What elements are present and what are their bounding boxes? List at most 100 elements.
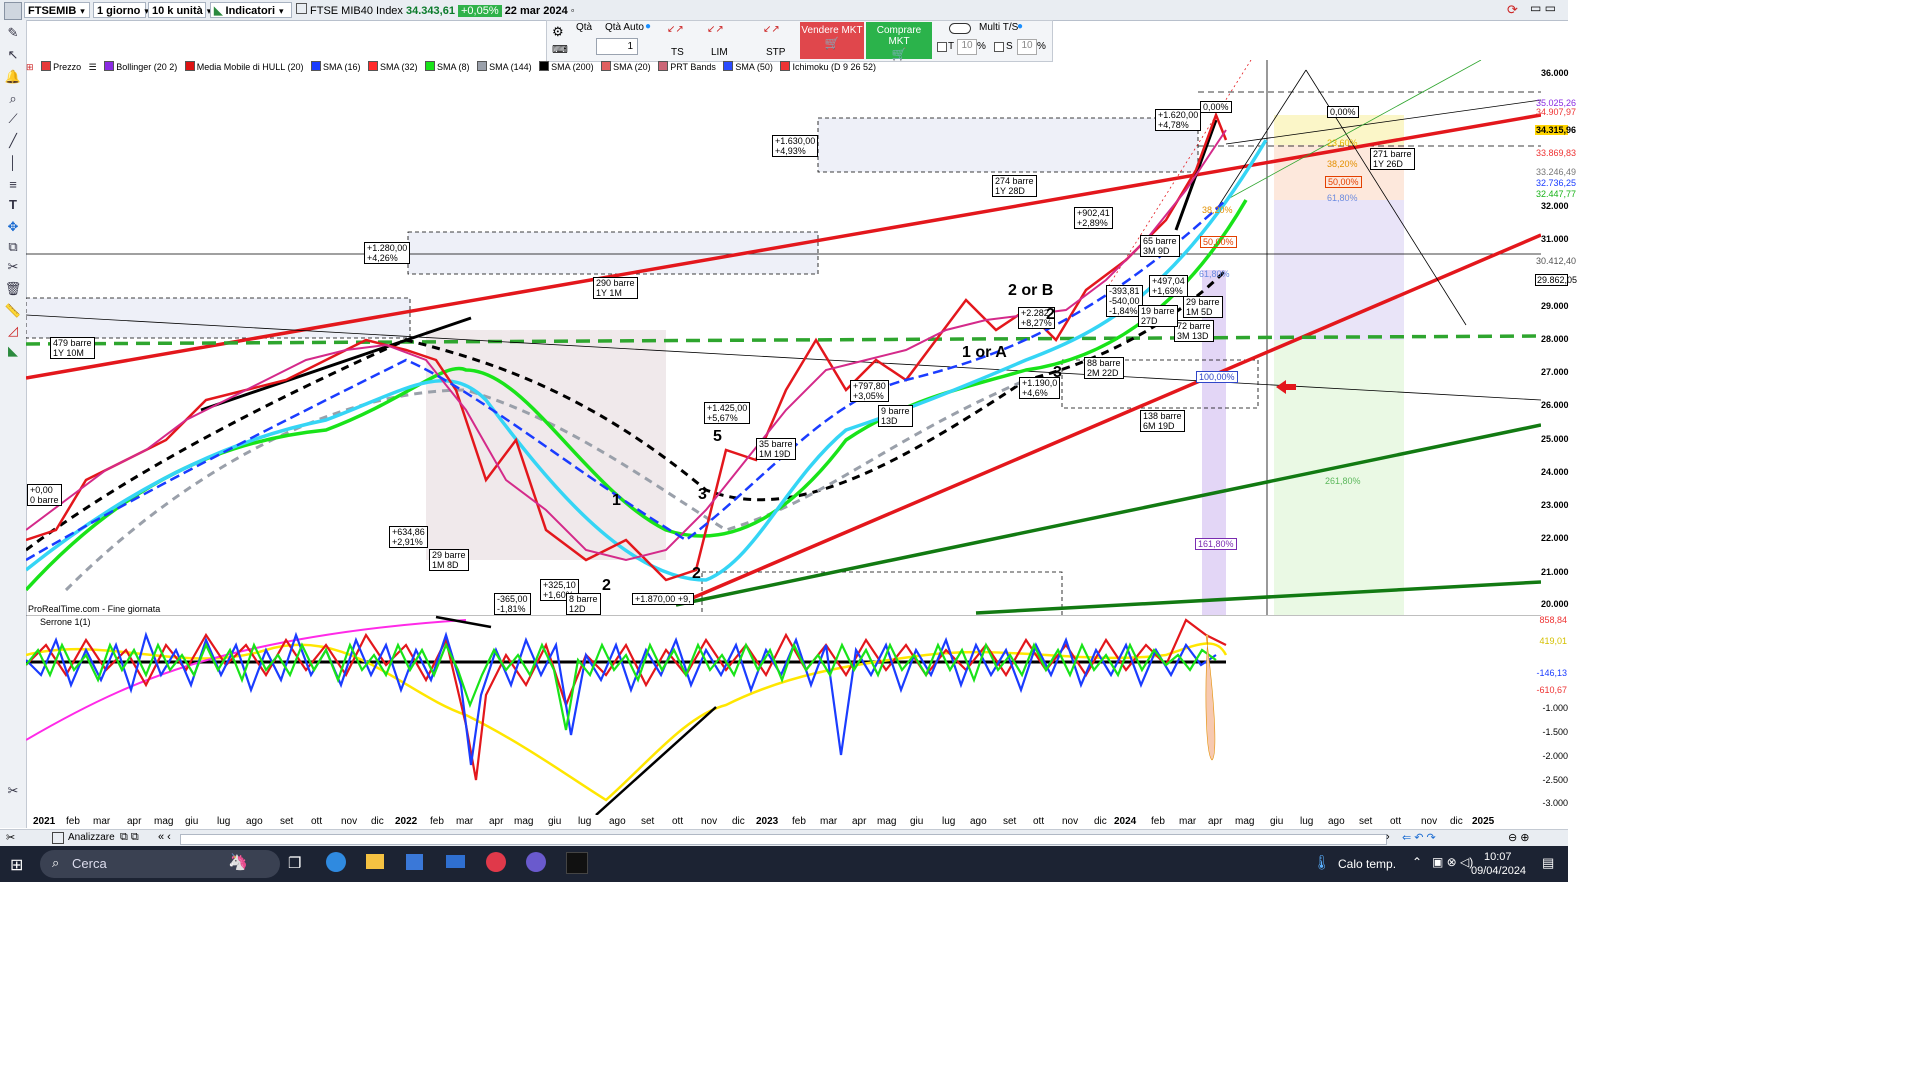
time-tick: mag [1235, 816, 1255, 827]
measure-label: 88 barre 2M 22D [1084, 357, 1124, 379]
price-tick: 26.000 [1541, 400, 1569, 410]
s-input[interactable]: 10 [1017, 39, 1037, 55]
ruler-icon[interactable]: 📏 [4, 302, 22, 320]
qty-input[interactable]: 1 [596, 38, 638, 55]
mail-icon[interactable] [446, 855, 465, 868]
indicators-button[interactable]: ◣ Indicatori ▾ [210, 2, 292, 18]
brush-icon[interactable]: ✂ [4, 258, 22, 276]
app-icon [4, 2, 22, 20]
oscillator-panel[interactable]: Serrone 1(1) [26, 615, 1541, 815]
time-tick: mag [877, 816, 897, 827]
scroll-right-icon[interactable]: › [1386, 831, 1390, 843]
wave-label: 3 [1053, 364, 1062, 381]
measure-label: +497,04 +1,69% [1149, 275, 1188, 297]
settings-icon[interactable]: ⚙ [552, 24, 564, 40]
app-red-icon[interactable] [486, 852, 506, 872]
wave-label: 2 [692, 565, 701, 582]
s-checkbox[interactable] [994, 42, 1004, 52]
wave-label: 1 or A [962, 344, 1007, 361]
time-tick: ott [1033, 816, 1045, 827]
zoom-out-icon[interactable]: ⊖ ⊕ [1508, 831, 1530, 844]
lim-icon[interactable]: ↙↗ [707, 24, 724, 35]
text-tool-icon[interactable]: T [4, 196, 22, 214]
edge-icon[interactable] [326, 852, 346, 872]
store-icon[interactable] [406, 854, 423, 870]
fibonacci-icon[interactable]: ≡ [4, 176, 22, 194]
tray-icons[interactable]: ▣ ⊗ ◁) [1432, 855, 1473, 869]
scissors-icon[interactable]: ✂ [4, 782, 22, 800]
task-view-icon[interactable]: ❐ [288, 854, 301, 872]
zoom-icon[interactable]: ⌕ [4, 90, 22, 108]
t-checkbox[interactable] [937, 42, 947, 52]
price-tag: 34.907,97 [1536, 107, 1577, 117]
keyboard-icon[interactable]: ⌨ [552, 43, 568, 56]
pointer-icon[interactable]: ↖ [4, 46, 22, 64]
time-tick: giu [1270, 816, 1284, 827]
timeframe-select[interactable]: 1 giorno ▾ [93, 2, 149, 18]
alert-icon[interactable]: 🔔 [4, 68, 22, 86]
clock-time[interactable]: 10:07 [1484, 851, 1512, 863]
notification-icon[interactable]: ▤ [1542, 855, 1554, 871]
t-input[interactable]: 10 [957, 39, 977, 55]
measure-label: +1.870,00 +9, [632, 593, 694, 605]
multi-toggle[interactable] [949, 23, 971, 34]
trash-icon[interactable]: 🗑 [4, 280, 22, 298]
measure-label: +1.280,00 +4,26% [364, 242, 411, 264]
price-tick: 27.000 [1541, 367, 1569, 377]
buy-market-button[interactable]: Comprare MKT 🛒 [866, 22, 932, 61]
units-select[interactable]: 10 k unità▾ [148, 2, 211, 18]
scroll-left-icon[interactable]: « ‹ [158, 831, 171, 843]
scissors-icon[interactable]: ✂ [6, 831, 15, 844]
app-purple-icon[interactable] [526, 852, 546, 872]
move-icon[interactable]: ✥ [4, 218, 22, 236]
weather-text[interactable]: Calo temp. [1338, 857, 1396, 871]
trendline-icon[interactable]: ╱ [4, 132, 22, 150]
windows-taskbar: ⊞ ⌕ Cerca 🦄 ❐ 🌡 Calo temp. ⌃ ▣ ⊗ ◁) 10:0… [0, 846, 1568, 882]
clock-date[interactable]: 09/04/2024 [1471, 865, 1526, 877]
quote-date: 22 mar 2024 [504, 5, 568, 17]
osc-tag: 419,01 [1539, 636, 1567, 646]
analyze-icon[interactable] [52, 832, 64, 844]
time-tick: 2022 [395, 816, 418, 827]
time-tick: apr [127, 816, 142, 827]
refresh-icon[interactable]: ⟳ [1507, 2, 1518, 18]
search-box[interactable]: ⌕ Cerca 🦄 [40, 850, 280, 878]
pencil-icon[interactable]: ✎ [4, 24, 22, 42]
layout-icon[interactable]: ⧉ ⧉ [120, 831, 139, 844]
measure-label: +0,00 0 barre [27, 484, 62, 506]
measure-label: +1.425,00 +5,67% [704, 402, 751, 424]
sell-market-button[interactable]: Vendere MKT 🛒 [800, 22, 864, 59]
measure-label: 274 barre 1Y 28D [992, 175, 1037, 197]
measure-label: 8 barre 12D [566, 593, 601, 615]
stp-icon[interactable]: ↙↗ [763, 24, 780, 35]
price-axis[interactable]: 36.000 32.000 31.000 29.000 28.000 27.00… [1535, 60, 1577, 820]
history-icon[interactable]: ⇐ ↶ ↷ [1402, 831, 1436, 844]
price-tag: 33.246,49 [1536, 167, 1577, 177]
ts-label: TS [671, 47, 684, 58]
time-axis[interactable]: 2021 feb mar apr mag giu lug ago set ott… [26, 815, 1541, 829]
fib-label: 50,00% [1325, 176, 1362, 188]
copy-icon[interactable]: ⧉ [4, 238, 22, 256]
horizontal-scrollbar[interactable] [180, 834, 1387, 845]
unicorn-icon: 🦄 [228, 854, 248, 871]
indicator-style-icon[interactable]: ◣ [4, 342, 22, 360]
vertical-line-icon[interactable]: │ [4, 154, 22, 172]
measure-label: 9 barre 13D [878, 405, 913, 427]
folder-icon[interactable] [366, 854, 384, 869]
line-tool-icon[interactable]: ⟋ [4, 110, 22, 128]
chevron-up-icon[interactable]: ⌃ [1412, 855, 1422, 869]
measure-label: 479 barre 1Y 10M [50, 337, 95, 359]
measure-label: +1.620,00 +4,78% [1155, 109, 1202, 131]
analyze-button[interactable]: Analizzare [68, 832, 115, 843]
prorealtime-icon[interactable] [566, 852, 588, 874]
drawing-toolbar: ✎ ↖ 🔔 ⌕ ⟋ ╱ │ ≡ T ✥ ⧉ ✂ 🗑 📏 ◿ ◣ ✂ [0, 20, 27, 828]
symbol-select[interactable]: FTSEMIB ▾ [24, 2, 90, 18]
info-icon: ● [1017, 21, 1024, 32]
window-controls[interactable]: ▭ ▭ [1530, 1, 1556, 15]
t-label: T [948, 41, 955, 52]
ts-icon[interactable]: ↙↗ [667, 24, 684, 35]
windows-start-icon[interactable]: ⊞ [10, 855, 23, 875]
chart-style-icon[interactable]: ◿ [4, 322, 22, 340]
time-tick: lug [578, 816, 592, 827]
qty-auto-toggle[interactable]: Qtà Auto [605, 22, 644, 33]
